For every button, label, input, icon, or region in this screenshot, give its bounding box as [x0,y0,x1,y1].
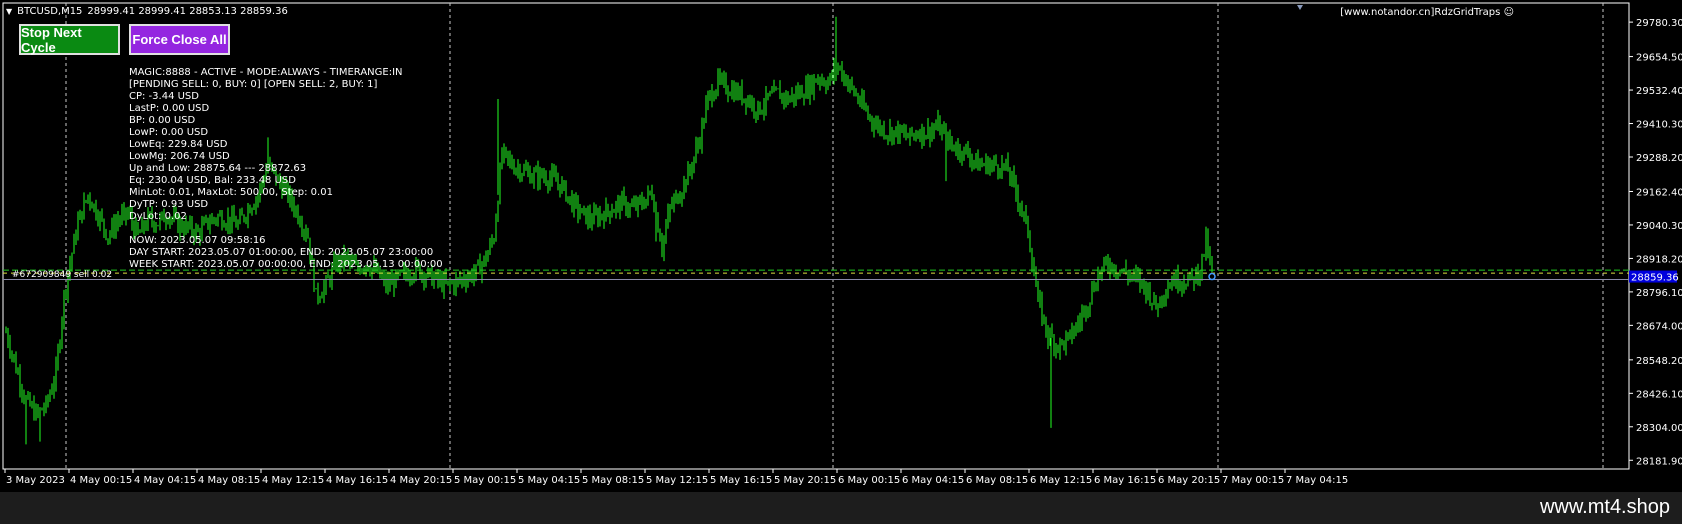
info-line: WEEK START: 2023.05.07 00:00:00, END: 20… [129,259,443,270]
last-price-marker [1208,272,1216,281]
y-tick-label: 28674.00 [1636,321,1682,332]
caret-down-icon[interactable]: ▼ [6,7,12,16]
brand-label: [www.notandor.cn]RdzGridTraps ☺ [1340,7,1514,18]
x-tick-label: 6 May 20:15 [1158,475,1220,486]
ohlc-readout: 28999.41 28999.41 28853.13 28859.36 [87,6,288,17]
y-tick-label: 29288.20 [1636,153,1682,164]
x-tick-label: 4 May 00:15 [70,475,132,486]
x-tick-label: 7 May 00:15 [1222,475,1284,486]
smiley-icon: ☺ [1503,7,1514,18]
info-line: MAGIC:8888 - ACTIVE - MODE:ALWAYS - TIME… [129,67,403,78]
x-tick-label: 4 May 12:15 [262,475,324,486]
x-tick-label: 4 May 20:15 [390,475,452,486]
y-tick-label: 28796.10 [1636,288,1682,299]
stop-next-cycle-button[interactable]: Stop Next Cycle [19,24,120,55]
x-tick-label: 5 May 12:15 [646,475,708,486]
x-tick-label: 5 May 08:15 [582,475,644,486]
info-line: CP: -3.44 USD [129,91,199,102]
order-line-label: #672909849 sell 0.02 [12,270,113,280]
x-tick-label: 6 May 16:15 [1094,475,1156,486]
x-tick-label: 6 May 12:15 [1030,475,1092,486]
y-tick-label: 28426.10 [1636,389,1682,400]
symbol-header: ▼ BTCUSD,M15 28999.41 28999.41 28853.13 … [6,6,288,17]
chart-shift-marker[interactable] [1297,5,1303,10]
y-tick-label: 29532.40 [1636,86,1682,97]
info-line: Up and Low: 28875.64 --- 28872.63 [129,163,307,174]
y-tick-label: 29410.30 [1636,120,1682,131]
force-close-all-button[interactable]: Force Close All [129,24,230,55]
y-tick-label: 29654.50 [1636,53,1682,64]
info-line: Eq: 230.04 USD, Bal: 233.48 USD [129,175,296,186]
x-tick-label: 7 May 04:15 [1286,475,1348,486]
info-line: DyLot: 0.02 [129,211,187,222]
footer-bar: www.mt4.shop [0,492,1682,524]
info-line: LowMg: 206.74 USD [129,151,230,162]
x-tick-label: 4 May 16:15 [326,475,388,486]
info-line: LowEq: 229.84 USD [129,139,228,150]
ea-info-panel: MAGIC:8888 - ACTIVE - MODE:ALWAYS - TIME… [129,67,443,271]
y-tick-label: 28918.20 [1636,254,1682,265]
x-tick-label: 3 May 2023 [6,475,65,486]
y-tick-label: 29162.40 [1636,187,1682,198]
info-line: DyTP: 0.93 USD [129,199,209,210]
y-tick-label: 28548.20 [1636,356,1682,367]
x-tick-label: 5 May 20:15 [774,475,836,486]
x-tick-label: 6 May 04:15 [902,475,964,486]
info-line: LastP: 0.00 USD [129,103,210,114]
x-tick-label: 5 May 04:15 [518,475,580,486]
brand-text: [www.notandor.cn]RdzGridTraps [1340,7,1501,18]
x-tick-label: 4 May 08:15 [198,475,260,486]
current-price-label: 28859.36 [1631,273,1679,284]
info-line: NOW: 2023.05.07 09:58:16 [129,235,266,246]
info-line: LowP: 0.00 USD [129,127,209,138]
x-tick-label: 5 May 00:15 [454,475,516,486]
footer-watermark: www.mt4.shop [1539,496,1670,518]
info-line: MinLot: 0.01, MaxLot: 500.00, Step: 0.01 [129,187,333,198]
y-tick-label: 29040.30 [1636,221,1682,232]
symbol-label: BTCUSD,M15 [17,6,83,17]
info-line: DAY START: 2023.05.07 01:00:00, END: 202… [129,247,434,258]
y-tick-label: 28181.90 [1636,456,1682,467]
x-tick-label: 6 May 00:15 [838,475,900,486]
info-line: BP: 0.00 USD [129,115,196,126]
info-line [129,223,443,235]
x-tick-label: 5 May 16:15 [710,475,772,486]
info-line: [PENDING SELL: 0, BUY: 0] [OPEN SELL: 2,… [129,79,378,90]
y-tick-label: 29780.30 [1636,18,1682,29]
x-tick-label: 6 May 08:15 [966,475,1028,486]
x-tick-label: 4 May 04:15 [134,475,196,486]
y-tick-label: 28304.00 [1636,423,1682,434]
